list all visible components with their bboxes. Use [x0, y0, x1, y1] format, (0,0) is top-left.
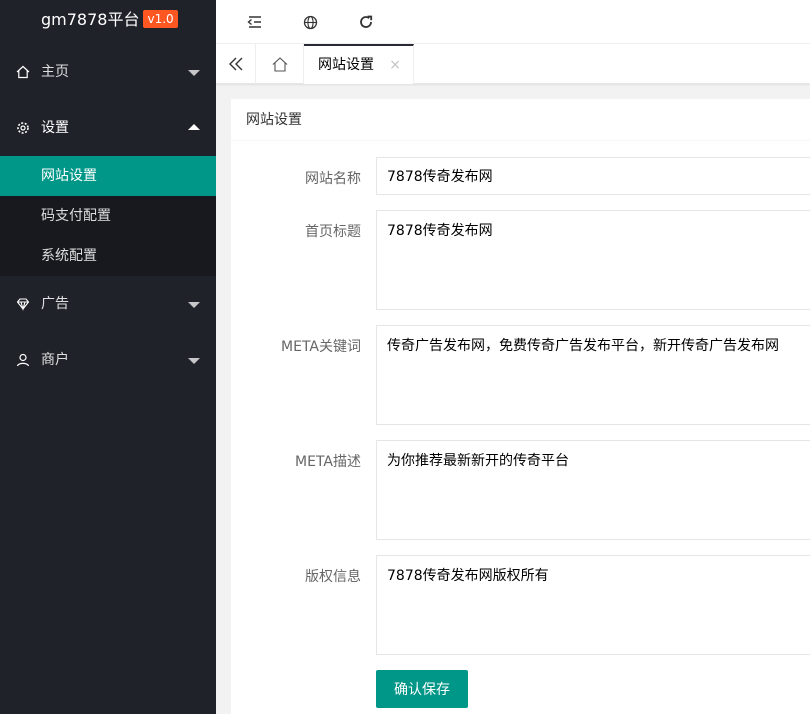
home-title-label: 首页标题 — [305, 224, 361, 240]
globe-button[interactable] — [282, 0, 338, 44]
top-header — [216, 0, 810, 44]
logo-text: gm7878平台 — [41, 10, 140, 29]
tab-label: 网站设置 — [318, 57, 374, 73]
tab-scroll-left-button[interactable] — [216, 44, 256, 84]
sidebar-item-merchants[interactable]: 商户 — [0, 332, 216, 388]
meta-keywords-textarea[interactable]: 传奇广告发布网，免费传奇广告发布平台，新开传奇广告发布网 — [376, 325, 810, 425]
close-icon[interactable]: × — [389, 46, 401, 84]
home-icon — [16, 65, 30, 79]
chevron-up-icon — [188, 124, 200, 130]
logo: gm7878平台 v1.0 — [0, 0, 216, 44]
sidebar-item-ads[interactable]: 广告 — [0, 276, 216, 332]
sidebar-subitem-system-config[interactable]: 系统配置 — [0, 236, 216, 276]
double-chevron-left-icon — [228, 57, 242, 71]
site-name-input[interactable] — [376, 157, 810, 195]
sidebar-item-home[interactable]: 主页 — [0, 44, 216, 100]
sidebar-item-label: 设置 — [41, 120, 69, 136]
gear-icon — [17, 122, 29, 134]
sidebar: gm7878平台 v1.0 主页 设置 网站设置 码支付配置 系统配置 广告 商户 — [0, 0, 216, 714]
diamond-icon — [16, 298, 30, 311]
meta-description-textarea[interactable]: 为你推荐最新新开的传奇平台 — [376, 440, 810, 540]
meta-description-label: META描述 — [295, 454, 361, 470]
copyright-textarea[interactable]: 7878传奇发布网版权所有 — [376, 555, 810, 655]
settings-card: 网站设置 网站名称 首页标题 7878传奇发布网 META关键词 传奇广告发布网… — [231, 99, 810, 714]
menu-collapse-icon — [247, 16, 261, 28]
tab-bar: 网站设置 × — [216, 44, 810, 84]
sidebar-item-label: 商户 — [41, 352, 69, 368]
card-title: 网站设置 — [231, 99, 810, 141]
chevron-down-icon — [188, 70, 200, 76]
user-icon — [16, 353, 30, 367]
tab-site-settings[interactable]: 网站设置 × — [304, 44, 414, 84]
copyright-label: 版权信息 — [305, 569, 361, 585]
chevron-down-icon — [188, 302, 200, 308]
site-name-label: 网站名称 — [305, 171, 361, 187]
sidebar-item-settings[interactable]: 设置 — [0, 100, 216, 156]
globe-icon — [303, 15, 317, 29]
settings-submenu: 网站设置 码支付配置 系统配置 — [0, 156, 216, 276]
sidebar-item-label: 主页 — [41, 64, 69, 80]
home-title-textarea[interactable]: 7878传奇发布网 — [376, 210, 810, 310]
home-icon — [272, 56, 287, 72]
sidebar-subitem-payment-config[interactable]: 码支付配置 — [0, 196, 216, 236]
save-button[interactable]: 确认保存 — [376, 670, 468, 708]
meta-keywords-label: META关键词 — [281, 339, 361, 355]
sidebar-subitem-site-settings[interactable]: 网站设置 — [0, 156, 216, 196]
refresh-icon — [360, 15, 373, 28]
version-badge: v1.0 — [143, 10, 178, 28]
tab-home[interactable] — [256, 44, 304, 84]
chevron-down-icon — [188, 358, 200, 364]
sidebar-item-label: 广告 — [41, 296, 69, 312]
refresh-button[interactable] — [338, 0, 394, 44]
menu-collapse-button[interactable] — [226, 0, 282, 44]
